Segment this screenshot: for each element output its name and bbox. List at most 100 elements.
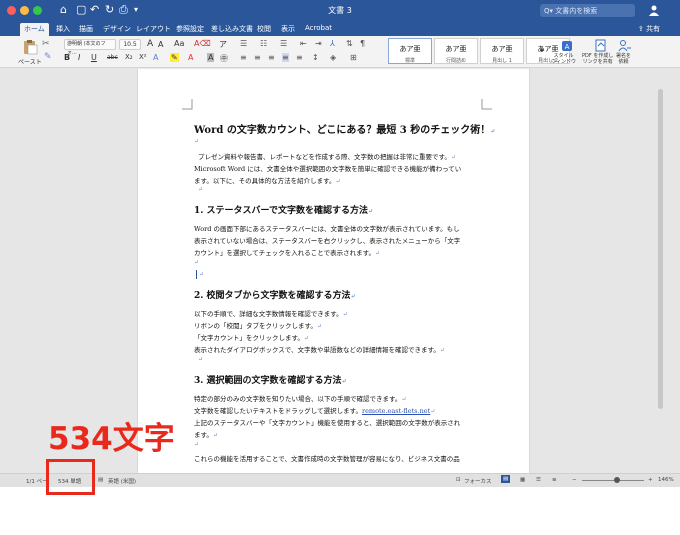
- focus-mode-button[interactable]: フォーカス: [464, 477, 492, 485]
- s2-line-2[interactable]: リボンの「校閲」タブをクリックします。↵: [194, 320, 322, 330]
- s3-line-3[interactable]: 上記のステータスバーや「文字カウント」機能を使用すると、選択範囲の文字数が表示さ…: [194, 417, 460, 427]
- pdf-share-icon[interactable]: [594, 39, 608, 52]
- section-3-heading[interactable]: 3. 選択範囲の文字数を確認する方法↵: [194, 373, 347, 386]
- strikethrough-button[interactable]: abc: [107, 54, 118, 61]
- empty-paragraph: ↵: [194, 259, 200, 266]
- style-heading-1[interactable]: あア亜 見出し 1: [480, 38, 524, 64]
- styles-gallery-chevron-icon[interactable]: ▸: [541, 46, 545, 54]
- tab-layout[interactable]: レイアウト: [136, 24, 171, 34]
- increase-indent-icon[interactable]: ⇥: [315, 39, 322, 48]
- tab-references[interactable]: 参照設定: [176, 24, 204, 34]
- tab-home[interactable]: ホーム: [20, 23, 49, 36]
- s2-line-4[interactable]: 表示されたダイアログボックスで、文字数や単語数などの詳細情報を確認できます。↵: [194, 344, 445, 354]
- font-name-select[interactable]: 游明朝 (本文のフォ...: [64, 39, 116, 56]
- decrease-indent-icon[interactable]: ⇤: [300, 39, 307, 48]
- document-title-text[interactable]: Word の文字数カウント、どこにある？最短 3 秒のチェック術！↵: [194, 121, 495, 136]
- paragraph-mark: ↵: [341, 378, 347, 385]
- section-1-heading[interactable]: 1. ステータスバーで文字数を確認する方法↵: [194, 203, 373, 216]
- s3-line-1[interactable]: 特定の部分のみの文字数を知りたい場合、以下の手順で確認できます。↵: [194, 393, 406, 403]
- intro-line-2[interactable]: Microsoft Word には、文書全体や選択範囲の文字数を簡単に確認できる…: [194, 163, 461, 173]
- style-no-spacing[interactable]: あア亜 行間詰め: [434, 38, 478, 64]
- align-right-icon[interactable]: ≡: [268, 53, 275, 62]
- zoom-out-icon[interactable]: −: [572, 477, 577, 483]
- sort-icon[interactable]: ⇅: [346, 39, 353, 48]
- distributed-icon[interactable]: ≡: [296, 53, 303, 62]
- user-icon[interactable]: [648, 4, 660, 16]
- web-layout-view-icon[interactable]: ▦: [520, 477, 525, 483]
- bold-button[interactable]: B: [64, 53, 70, 62]
- title-bar: ⌂ ▢ ↶ ↻ ⎙ ▾ 文書 3 Q▾ 文書内を検索: [0, 0, 680, 22]
- styles-pane-label: スタイル ウィンドウ: [551, 53, 577, 65]
- search-input[interactable]: Q▾ 文書内を検索: [540, 4, 635, 17]
- s2-line-1[interactable]: 以下の手順で、詳細な文字数情報を確認できます。↵: [194, 308, 348, 318]
- clear-format-icon[interactable]: A⌫: [194, 39, 211, 48]
- outline-view-icon[interactable]: ☰: [536, 477, 541, 483]
- s3-line-4[interactable]: ます。↵: [194, 429, 218, 439]
- italic-button[interactable]: I: [78, 53, 80, 62]
- justify-icon[interactable]: ≡: [282, 53, 289, 62]
- page-count[interactable]: 1/1 ペー: [26, 477, 48, 485]
- tab-review[interactable]: 校閲: [257, 24, 271, 34]
- highlight-icon[interactable]: ✎: [170, 53, 179, 62]
- phonetic-guide-icon[interactable]: ア: [219, 39, 227, 50]
- numbering-icon[interactable]: ☷: [260, 39, 267, 48]
- font-color-icon[interactable]: A: [188, 53, 193, 62]
- enclose-character-icon[interactable]: ㊥: [220, 53, 228, 64]
- asian-layout-icon[interactable]: ⅄: [330, 39, 335, 48]
- section-2-heading[interactable]: 2. 校閲タブから文字数を確認する方法↵: [194, 288, 356, 301]
- font-size-select[interactable]: 10.5: [119, 39, 141, 50]
- change-case-icon[interactable]: Aa: [174, 39, 184, 48]
- superscript-button[interactable]: X²: [139, 53, 147, 61]
- bullets-icon[interactable]: ☰: [240, 39, 247, 48]
- closing-line[interactable]: これらの機能を活用することで、文書作成時の文字数管理が容易になり、ビジネス文書の…: [194, 453, 460, 463]
- styles-pane-icon[interactable]: A: [561, 40, 573, 52]
- s1-line-2[interactable]: 表示されていない場合は、ステータスバーを右クリックし、表示されたメニューから「文…: [194, 235, 460, 245]
- borders-icon[interactable]: ⊞: [350, 53, 357, 62]
- tab-draw[interactable]: 描画: [79, 24, 93, 34]
- tab-acrobat[interactable]: Acrobat: [305, 24, 332, 32]
- s3-line-2[interactable]: 文字数を確認したいテキストをドラッグして選択します。remote.east-fl…: [194, 405, 435, 415]
- ribbon-home: ペースト ✂ ✎ 游明朝 (本文のフォ... 10.5 A A Aa A⌫ ア …: [0, 36, 680, 68]
- tab-mailings[interactable]: 差し込み文書: [211, 24, 253, 34]
- tab-design[interactable]: デザイン: [103, 24, 131, 34]
- language-indicator[interactable]: 英語 (米国): [108, 477, 136, 485]
- style-normal-preview: あア亜: [399, 45, 421, 53]
- s1-line-3[interactable]: カウント」を選択してチェックを入れることで表示されます。↵: [194, 247, 380, 257]
- line-spacing-icon[interactable]: ↕: [312, 53, 319, 62]
- s3-text-1: 特定の部分のみの文字数を知りたい場合、以下の手順で確認できます。: [194, 395, 402, 403]
- s1-line-1[interactable]: Word の画面下部にあるステータスバーには、文書全体の文字数が表示されています…: [194, 223, 460, 233]
- multilevel-list-icon[interactable]: ☰: [280, 39, 287, 48]
- underline-button[interactable]: U: [91, 53, 97, 62]
- intro-line-1[interactable]: プレゼン資料や報告書、レポートなどを作成する際、文字数の把握は非常に重要です。↵: [198, 151, 456, 161]
- grow-font-icon[interactable]: A: [147, 39, 153, 49]
- format-painter-icon[interactable]: ✎: [44, 52, 52, 62]
- draft-view-icon[interactable]: ≡: [552, 477, 557, 483]
- style-normal[interactable]: あア亜 標準: [388, 38, 432, 64]
- shrink-font-icon[interactable]: A: [158, 40, 163, 49]
- request-signature-icon[interactable]: [618, 39, 632, 52]
- vertical-scrollbar[interactable]: [658, 89, 663, 409]
- zoom-slider[interactable]: [582, 480, 644, 481]
- proofing-icon[interactable]: ▤: [98, 477, 103, 483]
- paste-icon[interactable]: [22, 39, 38, 55]
- align-center-icon[interactable]: ≡: [254, 53, 261, 62]
- section-3-heading-text: 3. 選択範囲の文字数を確認する方法: [194, 376, 342, 386]
- tab-insert[interactable]: 挿入: [56, 24, 70, 34]
- show-marks-icon[interactable]: ¶: [360, 39, 365, 48]
- tab-view[interactable]: 表示: [281, 24, 295, 34]
- zoom-in-icon[interactable]: +: [648, 477, 653, 483]
- share-button[interactable]: ⇪ 共有: [638, 24, 660, 34]
- shading-icon[interactable]: ◈: [330, 53, 336, 62]
- text-effects-icon[interactable]: A: [153, 53, 158, 62]
- s2-line-3[interactable]: 「文字カウント」をクリックします。↵: [194, 332, 309, 342]
- align-left-icon[interactable]: ≡: [240, 53, 247, 62]
- source-link[interactable]: remote.east-flets.net: [362, 407, 430, 415]
- cut-icon[interactable]: ✂: [42, 39, 50, 49]
- intro-line-3[interactable]: ます。以下に、その具体的な方法を紹介します。↵: [194, 175, 341, 185]
- zoom-slider-thumb[interactable]: [614, 477, 620, 483]
- character-shading-icon[interactable]: A: [207, 53, 215, 62]
- print-layout-view-icon[interactable]: ▤: [501, 475, 511, 483]
- focus-icon[interactable]: ⊡: [456, 477, 461, 483]
- subscript-button[interactable]: X₂: [125, 53, 133, 61]
- zoom-level[interactable]: 146%: [658, 477, 674, 483]
